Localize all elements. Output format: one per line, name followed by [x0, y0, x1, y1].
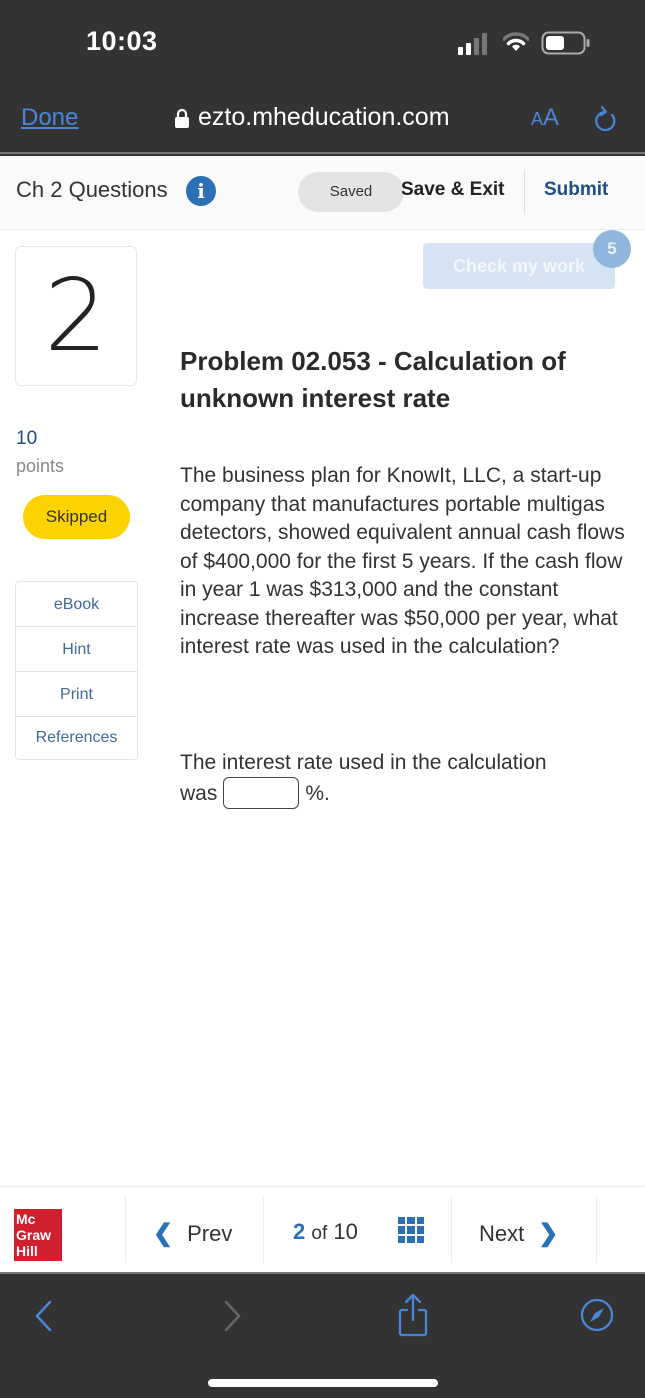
next-button[interactable]: Next ❯ [479, 1219, 558, 1248]
url-field[interactable]: ezto.mheducation.com [174, 103, 450, 132]
mcgraw-hill-logo: Mc Graw Hill [14, 1209, 62, 1261]
done-button[interactable]: Done [21, 104, 78, 132]
wifi-icon [503, 32, 529, 51]
question-status-badge: Skipped [23, 495, 130, 539]
footer-divider [125, 1195, 126, 1263]
chevron-right-icon: ❯ [538, 1220, 559, 1247]
save-and-exit-button[interactable]: Save & Exit [401, 179, 505, 201]
attempts-remaining-badge: 5 [593, 230, 631, 268]
logo-line-2: Graw [16, 1227, 52, 1243]
status-bar: 10:03 [0, 0, 645, 90]
back-arrow-icon[interactable] [30, 1296, 56, 1336]
current-question: 2 [293, 1219, 306, 1244]
chevron-left-icon: ❮ [153, 1220, 174, 1247]
submit-button[interactable]: Submit [544, 179, 608, 201]
question-navigation: Mc Graw Hill ❮ Prev 2 of 10 Next ❯ [0, 1186, 645, 1272]
resource-hint[interactable]: Hint [16, 627, 137, 672]
prev-button[interactable]: ❮ Prev [153, 1219, 232, 1248]
browser-toolbar [0, 1272, 645, 1398]
answer-line: was %. [180, 777, 630, 809]
footer-divider [596, 1195, 597, 1263]
browser-address-bar: Done ezto.mheducation.com AA [0, 90, 645, 154]
resource-print[interactable]: Print [16, 672, 137, 717]
answer-suffix: %. [305, 781, 330, 805]
assignment-header: Ch 2 Questions i Saved Save & Exit Submi… [0, 156, 645, 230]
assignment-title: Ch 2 Questions [16, 177, 168, 202]
footer-divider [451, 1195, 452, 1263]
question-number-card: 2 [15, 246, 137, 386]
logo-line-3: Hill [16, 1243, 38, 1259]
check-my-work-button[interactable]: Check my work [423, 243, 615, 289]
url-text: ezto.mheducation.com [198, 103, 450, 131]
points-value: 10 [16, 428, 38, 449]
of-label: of [311, 1223, 328, 1244]
next-label: Next [479, 1220, 525, 1246]
answer-prompt-text: The interest rate used in the calculatio… [180, 751, 547, 774]
forward-arrow-icon[interactable] [220, 1296, 246, 1336]
status-time: 10:03 [86, 26, 158, 56]
prev-label: Prev [187, 1220, 233, 1246]
problem-statement: The business plan for KnowIt, LLC, a sta… [180, 464, 625, 658]
lock-icon [175, 108, 189, 128]
page-indicator: 2 of 10 [293, 1219, 358, 1245]
footer-divider [263, 1195, 264, 1263]
logo-line-1: Mc [16, 1211, 36, 1227]
header-divider [524, 170, 525, 214]
cellular-signal-icon [458, 33, 487, 55]
home-indicator[interactable] [208, 1379, 438, 1387]
resources-menu: eBook Hint Print References [15, 581, 138, 760]
points-label: points [16, 456, 65, 476]
compass-icon[interactable] [580, 1298, 614, 1332]
web-page: Ch 2 Questions i Saved Save & Exit Submi… [0, 156, 645, 1272]
text-size-button[interactable]: AA [531, 104, 559, 132]
share-icon[interactable] [397, 1292, 429, 1338]
question-number: 2 [44, 257, 108, 374]
resource-references[interactable]: References [16, 717, 137, 759]
reload-icon[interactable] [592, 104, 618, 134]
info-icon[interactable]: i [186, 176, 216, 206]
saved-status-badge: Saved [298, 172, 404, 212]
answer-prefix: was [180, 781, 218, 805]
problem-title: Problem 02.053 - Calculation of unknown … [180, 346, 566, 413]
answer-section: The interest rate used in the calculatio… [180, 748, 630, 809]
interest-rate-input[interactable] [223, 777, 300, 809]
text-size-large-a: A [543, 104, 560, 131]
question-grid-icon[interactable] [398, 1217, 424, 1243]
text-size-small-a: A [531, 109, 544, 129]
total-questions: 10 [333, 1219, 358, 1244]
battery-icon [541, 31, 590, 55]
resource-ebook[interactable]: eBook [16, 582, 137, 627]
